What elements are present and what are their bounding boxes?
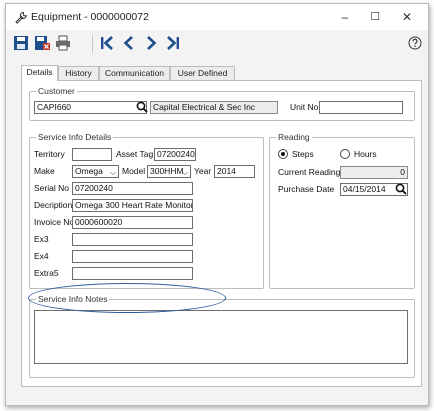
tab-user-defined[interactable]: User Defined [170,66,235,80]
customer-group: Customer CAPI660 Capital Electrical & Se… [29,86,415,121]
model-dropdown[interactable]: 300HHM ⌵ [147,165,191,178]
invoice-no-label: Invoice No [34,217,75,227]
reading-group: Reading Steps Hours Current Reading 0 Pu… [269,132,415,289]
reading-group-label: Reading [276,132,312,142]
unit-no-field[interactable] [319,101,403,114]
service-notes-group: Service Info Notes [29,294,415,378]
serial-no-field[interactable]: 07200240 [72,182,193,195]
minimize-button[interactable]: – [330,7,360,27]
first-record-icon[interactable] [98,34,118,54]
maximize-button[interactable]: ☐ [360,7,390,27]
ex3-label: Ex3 [34,234,49,244]
save-close-icon[interactable] [33,34,53,54]
description-field[interactable]: Omega 300 Heart Rate Monitor [72,199,193,212]
hours-radio[interactable] [340,149,350,159]
current-reading-label: Current Reading [278,167,341,177]
next-record-icon[interactable] [142,34,162,54]
model-value: 300HHM [150,166,184,176]
customer-group-label: Customer [36,86,77,96]
save-icon[interactable] [12,34,32,54]
territory-label: Territory [34,149,65,159]
window-title: Equipment - 0000000072 [31,11,149,23]
toolbar [6,30,428,58]
service-notes-group-label: Service Info Notes [36,294,110,304]
extra5-label: Extra5 [34,268,59,278]
unit-no-label: Unit No [290,102,319,112]
service-info-group-label: Service Info Details [36,132,114,142]
print-icon[interactable] [54,34,74,54]
asset-tag-label: Asset Tag [116,149,154,159]
customer-name-field: Capital Electrical & Sec Inc [150,101,278,114]
tab-history[interactable]: History [58,66,99,80]
year-field[interactable]: 2014 [214,165,255,178]
service-info-group: Service Info Details Territory Asset Tag… [29,132,264,289]
search-icon[interactable] [136,101,148,113]
territory-field[interactable] [72,148,112,161]
asset-tag-field[interactable]: 07200240 [154,148,196,161]
make-value: Omega [75,166,103,176]
chevron-down-icon: ⌵ [109,168,116,177]
search-icon[interactable] [395,183,407,195]
make-dropdown[interactable]: Omega ⌵ [72,165,119,178]
ex4-field[interactable] [72,250,193,263]
make-label: Make [34,166,55,176]
description-label: Decription [34,200,73,210]
year-label: Year [194,166,212,176]
serial-no-label: Serial No [34,183,69,193]
title-bar: Equipment - 0000000072 – ☐ ✕ [6,4,428,30]
chevron-down-icon: ⌵ [181,168,188,177]
customer-code-field[interactable]: CAPI660 [34,101,147,114]
model-label: Model [122,166,146,176]
steps-label: Steps [292,149,314,159]
service-notes-textarea[interactable] [34,310,408,364]
current-reading-field: 0 [340,166,408,179]
previous-record-icon[interactable] [120,34,140,54]
details-panel: Customer CAPI660 Capital Electrical & Se… [21,80,422,387]
purchase-date-label: Purchase Date [278,184,335,194]
close-button[interactable]: ✕ [392,7,422,27]
tab-details[interactable]: Details [21,65,58,81]
ex3-field[interactable] [72,233,193,246]
hours-label: Hours [354,149,377,159]
tab-communication[interactable]: Communication [99,66,170,80]
wrench-icon [15,12,27,24]
invoice-no-field[interactable]: 0000600020 [72,216,193,229]
extra5-field[interactable] [72,267,193,280]
toolbar-separator [92,35,93,53]
equipment-window: Equipment - 0000000072 – ☐ ✕ Details His… [5,3,429,406]
ex4-label: Ex4 [34,251,49,261]
steps-radio[interactable] [278,149,288,159]
last-record-icon[interactable] [164,34,184,54]
help-icon[interactable] [408,36,422,50]
